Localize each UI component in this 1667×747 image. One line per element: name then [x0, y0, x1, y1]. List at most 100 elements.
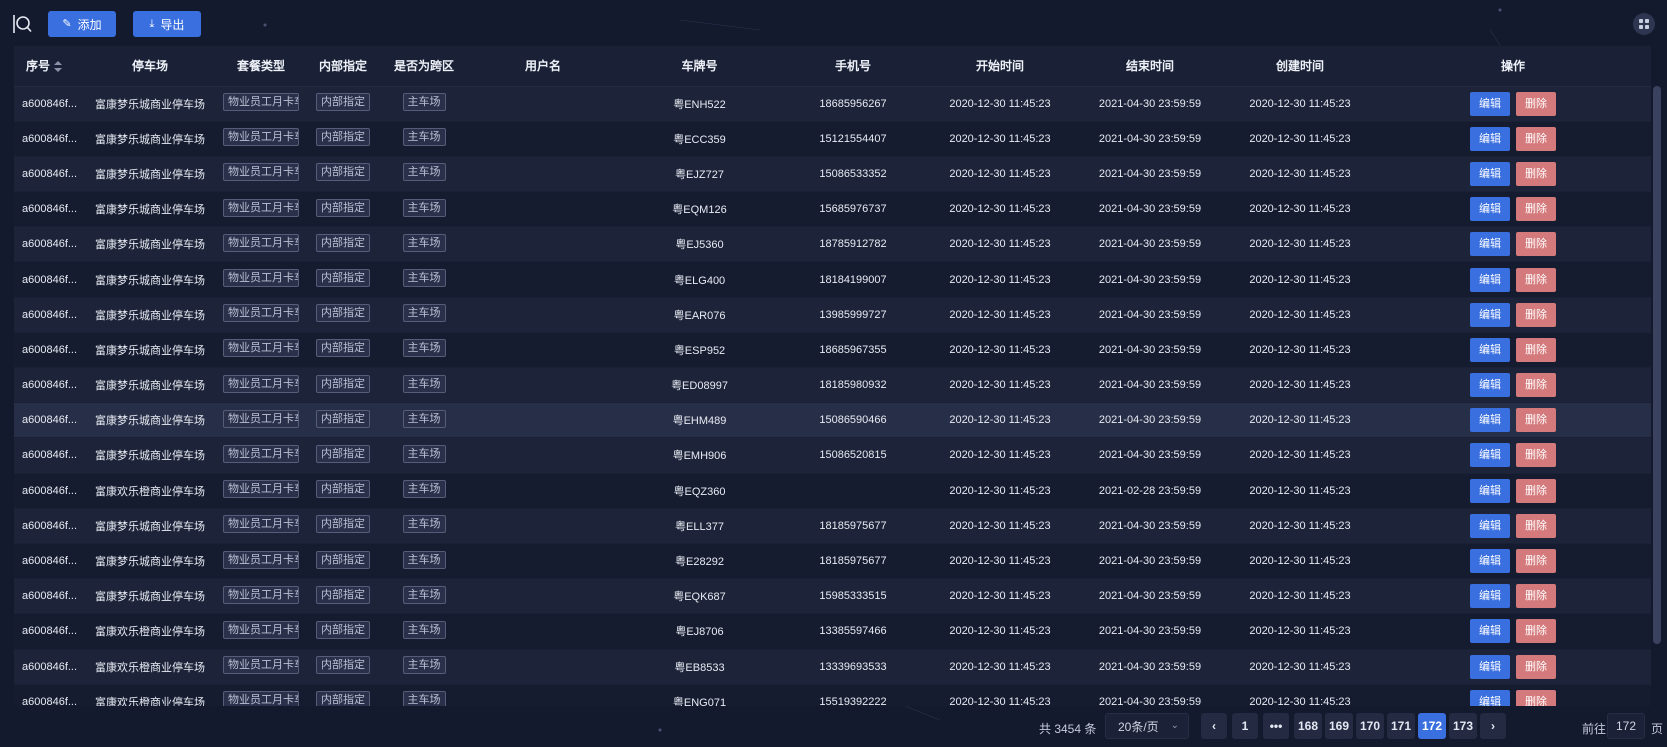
edit-button[interactable]: 编辑 [1470, 408, 1510, 433]
delete-button[interactable]: 删除 [1516, 197, 1556, 222]
cell-created: 2020-12-30 11:45:23 [1225, 578, 1375, 615]
plan-tag: 物业员工月卡车 [223, 339, 299, 358]
page-button[interactable]: 168 [1294, 713, 1323, 739]
cell-plate: 粤EQM126 [618, 191, 781, 228]
goto-page-input[interactable] [1607, 713, 1645, 739]
table-row[interactable]: a600846f... 富康梦乐城商业停车场 物业员工月卡车 内部指定 主车场 粤ED08… [14, 367, 1651, 404]
delete-button[interactable]: 删除 [1516, 619, 1556, 644]
cell-cross: 主车场 [380, 437, 468, 474]
add-button[interactable]: ✎ 添加 [48, 11, 116, 37]
edit-button[interactable]: 编辑 [1470, 161, 1510, 186]
table-row[interactable]: a600846f... 富康梦乐城商业停车场 物业员工月卡车 内部指定 主车场 粤ELG4… [14, 261, 1651, 298]
page-size-select[interactable]: 20条/页 ⌄ [1105, 713, 1189, 739]
page-button[interactable]: 169 [1325, 713, 1354, 739]
table-row[interactable]: a600846f... 富康梦乐城商业停车场 物业员工月卡车 内部指定 主车场 粤EHM4… [14, 402, 1651, 439]
delete-button[interactable]: 删除 [1516, 373, 1556, 398]
delete-button[interactable]: 删除 [1516, 513, 1556, 538]
cell-lot: 富康梦乐城商业停车场 [84, 226, 216, 263]
edit-button[interactable]: 编辑 [1470, 197, 1510, 222]
delete-button[interactable]: 删除 [1516, 584, 1556, 609]
page-button-first[interactable]: 1 [1232, 713, 1258, 739]
delete-button[interactable]: 删除 [1516, 478, 1556, 503]
cell-actions: 编辑 删除 [1375, 226, 1651, 263]
delete-button[interactable]: 删除 [1516, 302, 1556, 327]
cell-actions: 编辑 删除 [1375, 473, 1651, 509]
cell-end: 2021-04-30 23:59:59 [1075, 261, 1225, 298]
delete-button[interactable]: 删除 [1516, 232, 1556, 257]
cell-actions: 编辑 删除 [1375, 508, 1651, 544]
cell-created: 2020-12-30 11:45:23 [1225, 297, 1375, 333]
edit-button[interactable]: 编辑 [1470, 91, 1510, 116]
sort-icon[interactable] [54, 61, 63, 73]
column-header-id[interactable]: 序号 [14, 46, 84, 87]
edit-button[interactable]: 编辑 [1470, 337, 1510, 362]
delete-button[interactable]: 删除 [1516, 549, 1556, 574]
edit-button[interactable]: 编辑 [1470, 267, 1510, 292]
edit-button[interactable]: 编辑 [1470, 373, 1510, 398]
table-row[interactable]: a600846f... 富康欢乐橙商业停车场 物业员工月卡车 内部指定 主车场 粤EQZ3… [14, 473, 1651, 509]
delete-button[interactable]: 删除 [1516, 443, 1556, 468]
cell-created: 2020-12-30 11:45:23 [1225, 367, 1375, 404]
delete-button[interactable]: 删除 [1516, 91, 1556, 116]
cell-cross: 主车场 [380, 121, 468, 157]
edit-button[interactable]: 编辑 [1470, 443, 1510, 468]
edit-button[interactable]: 编辑 [1470, 513, 1510, 538]
delete-button[interactable]: 删除 [1516, 267, 1556, 292]
cell-id: a600846f... [14, 367, 84, 404]
page-button[interactable]: 171 [1387, 713, 1416, 739]
edit-button[interactable]: 编辑 [1470, 549, 1510, 574]
cell-cross: 主车场 [380, 508, 468, 544]
edit-button[interactable]: 编辑 [1470, 654, 1510, 679]
page-button[interactable]: 173 [1449, 713, 1478, 739]
table-row[interactable]: a600846f... 富康梦乐城商业停车场 物业员工月卡车 内部指定 主车场 粤ECC3… [14, 121, 1651, 157]
cell-plate: 粤ECC359 [618, 121, 781, 157]
delete-button[interactable]: 删除 [1516, 126, 1556, 151]
delete-button[interactable]: 删除 [1516, 408, 1556, 433]
page-button[interactable]: 170 [1356, 713, 1385, 739]
edit-button[interactable]: 编辑 [1470, 619, 1510, 644]
edit-button[interactable]: 编辑 [1470, 126, 1510, 151]
edit-button[interactable]: 编辑 [1470, 584, 1510, 609]
cell-plate: 粤ENG071 [618, 684, 781, 706]
table-row[interactable]: a600846f... 富康梦乐城商业停车场 物业员工月卡车 内部指定 主车场 粤ENH5… [14, 86, 1651, 122]
column-header-end: 结束时间 [1075, 46, 1225, 87]
table-row[interactable]: a600846f... 富康梦乐城商业停车场 物业员工月卡车 内部指定 主车场 粤ELL3… [14, 508, 1651, 544]
delete-button[interactable]: 删除 [1516, 689, 1556, 706]
cell-internal: 内部指定 [306, 297, 380, 333]
plan-tag: 物业员工月卡车 [223, 444, 299, 463]
table-row[interactable]: a600846f... 富康梦乐城商业停车场 物业员工月卡车 内部指定 主车场 粤EJZ7… [14, 156, 1651, 193]
cell-cross: 主车场 [380, 684, 468, 706]
table-row[interactable]: a600846f... 富康梦乐城商业停车场 物业员工月卡车 内部指定 主车场 粤EMH9… [14, 437, 1651, 474]
export-button[interactable]: ⤓ 导出 [133, 11, 201, 37]
next-page-button[interactable]: › [1480, 713, 1506, 739]
edit-button[interactable]: 编辑 [1470, 689, 1510, 706]
table-row[interactable]: a600846f... 富康欢乐橙商业停车场 物业员工月卡车 内部指定 主车场 粤EB85… [14, 649, 1651, 685]
table-row[interactable]: a600846f... 富康梦乐城商业停车场 物业员工月卡车 内部指定 主车场 粤EQM1… [14, 191, 1651, 228]
page-ellipsis[interactable]: ••• [1263, 713, 1289, 739]
cell-id: a600846f... [14, 297, 84, 333]
delete-button[interactable]: 删除 [1516, 654, 1556, 679]
cell-id: a600846f... [14, 613, 84, 650]
table-row[interactable]: a600846f... 富康梦乐城商业停车场 物业员工月卡车 内部指定 主车场 粤EAR0… [14, 297, 1651, 333]
table-row[interactable]: a600846f... 富康梦乐城商业停车场 物业员工月卡车 内部指定 主车场 粤EJ53… [14, 226, 1651, 263]
cell-lot: 富康梦乐城商业停车场 [84, 156, 216, 193]
table-row[interactable]: a600846f... 富康欢乐橙商业停车场 物业员工月卡车 内部指定 主车场 粤EJ87… [14, 613, 1651, 650]
page-button-current[interactable]: 172 [1418, 713, 1447, 739]
search-icon[interactable] [12, 14, 32, 34]
edit-button[interactable]: 编辑 [1470, 302, 1510, 327]
table-row[interactable]: a600846f... 富康梦乐城商业停车场 物业员工月卡车 内部指定 主车场 粤ESP9… [14, 332, 1651, 369]
delete-button[interactable]: 删除 [1516, 161, 1556, 186]
cell-user [468, 473, 618, 509]
edit-button[interactable]: 编辑 [1470, 232, 1510, 257]
grid-view-icon[interactable] [1633, 13, 1655, 35]
table-row[interactable]: a600846f... 富康梦乐城商业停车场 物业员工月卡车 内部指定 主车场 粤EQK6… [14, 578, 1651, 615]
delete-button[interactable]: 删除 [1516, 337, 1556, 362]
edit-button[interactable]: 编辑 [1470, 478, 1510, 503]
table-row[interactable]: a600846f... 富康欢乐橙商业停车场 物业员工月卡车 内部指定 主车场 粤ENG0… [14, 684, 1651, 706]
vertical-scrollbar[interactable] [1653, 86, 1661, 644]
cross-tag: 主车场 [402, 620, 446, 639]
cell-user [468, 543, 618, 580]
prev-page-button[interactable]: ‹ [1201, 713, 1227, 739]
table-row[interactable]: a600846f... 富康梦乐城商业停车场 物业员工月卡车 内部指定 主车场 粤E282… [14, 543, 1651, 580]
cell-plate: 粤ENH522 [618, 86, 781, 122]
